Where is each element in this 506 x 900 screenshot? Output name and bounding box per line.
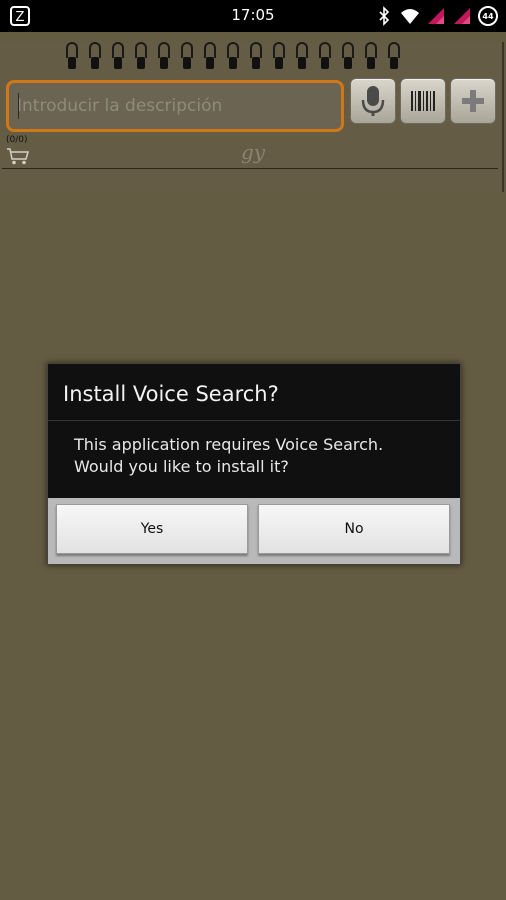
dialog-title: Install Voice Search?: [63, 382, 279, 406]
signal-icon-2: [454, 8, 470, 24]
wifi-icon: [401, 9, 419, 24]
battery-icon: 44: [478, 6, 498, 26]
yes-button[interactable]: Yes: [56, 504, 248, 554]
signal-icon: [428, 8, 444, 24]
dialog-message-line1: This application requires Voice Search.: [74, 435, 384, 454]
dialog-button-bar: Yes No: [48, 498, 460, 564]
no-button[interactable]: No: [258, 504, 450, 554]
bluetooth-icon: [379, 6, 390, 26]
dialog-divider: [48, 420, 460, 421]
install-voice-search-dialog: Install Voice Search? This application r…: [47, 363, 461, 565]
dialog-message-line2: Would you like to install it?: [74, 457, 289, 476]
status-icons: 44: [374, 5, 498, 27]
status-bar: Z 17:05 44: [0, 0, 506, 32]
dialog-message: This application requires Voice Search. …: [74, 434, 444, 478]
